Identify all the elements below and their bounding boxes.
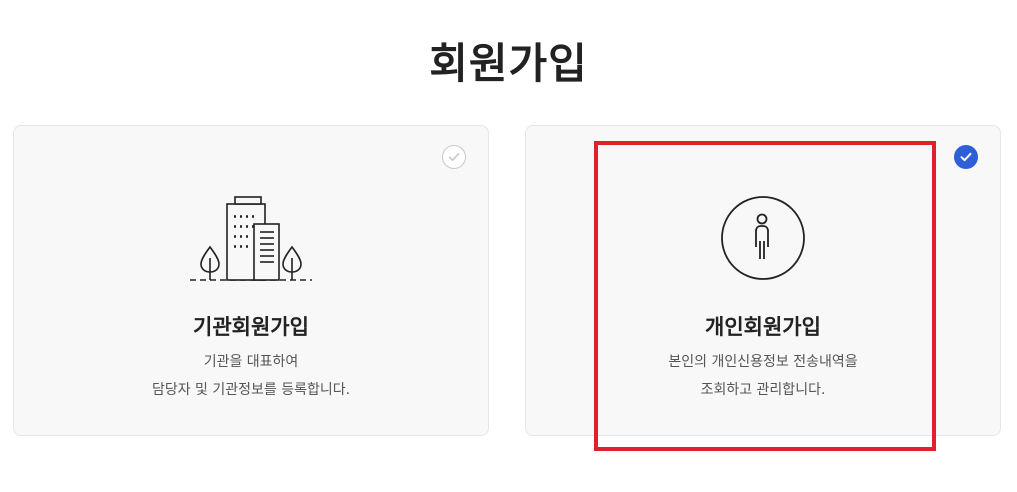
unchecked-circle-icon[interactable] <box>442 145 466 169</box>
org-desc-line2: 담당자 및 기관정보를 등록합니다. <box>151 382 351 398</box>
personal-signup-description: 본인의 개인신용정보 전송내역을 조회하고 관리합니다. <box>526 348 1000 404</box>
org-signup-description: 기관을 대표하여 담당자 및 기관정보를 등록합니다. <box>14 348 488 404</box>
checked-circle-icon[interactable] <box>954 145 978 169</box>
org-desc-line1: 기관을 대표하여 <box>203 354 299 370</box>
org-signup-card[interactable]: 기관회원가입 기관을 대표하여 담당자 및 기관정보를 등록합니다. <box>13 125 489 436</box>
page-title: 회원가입 <box>429 39 588 88</box>
person-icon <box>526 195 1000 281</box>
building-icon <box>14 192 488 284</box>
personal-signup-card[interactable]: 개인회원가입 본인의 개인신용정보 전송내역을 조회하고 관리합니다. <box>525 125 1001 436</box>
signup-page: 회원가입 기관회원가입 기관을 대표하여 담당자 및 기관정보를 등록합니다. … <box>0 0 1017 492</box>
personal-desc-line1: 본인의 개인신용정보 전송내역을 <box>668 354 858 370</box>
org-signup-title: 기관회원가입 <box>193 315 309 339</box>
personal-signup-title: 개인회원가입 <box>705 315 821 339</box>
personal-desc-line2: 조회하고 관리합니다. <box>700 382 826 398</box>
